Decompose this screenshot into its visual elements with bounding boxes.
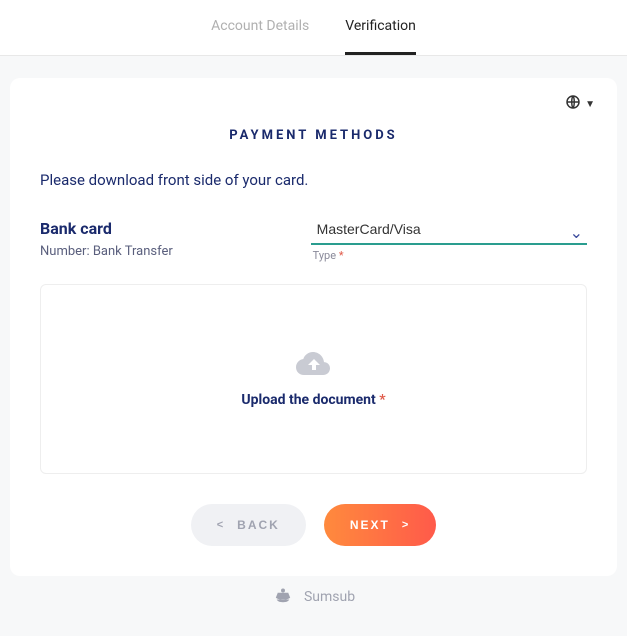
chevron-right-icon: > bbox=[402, 519, 410, 531]
type-label: Type * bbox=[313, 249, 587, 262]
section-title: PAYMENT METHODS bbox=[40, 128, 587, 143]
verification-card: ▼ PAYMENT METHODS Please download front … bbox=[10, 78, 617, 576]
caret-down-icon: ▼ bbox=[585, 99, 595, 110]
required-asterisk: * bbox=[379, 392, 385, 408]
globe-icon bbox=[565, 94, 581, 114]
tab-verification[interactable]: Verification bbox=[345, 18, 416, 55]
brand-name: Sumsub bbox=[304, 589, 355, 605]
language-selector[interactable]: ▼ bbox=[565, 94, 595, 114]
tab-account-details[interactable]: Account Details bbox=[211, 18, 309, 55]
upload-text-label: Upload the document bbox=[241, 392, 375, 408]
upload-text: Upload the document * bbox=[241, 392, 385, 408]
upload-document-box[interactable]: Upload the document * bbox=[40, 284, 587, 474]
instruction-text: Please download front side of your card. bbox=[40, 171, 587, 189]
type-select[interactable]: ⌄ bbox=[311, 219, 587, 245]
footer-brand: Sumsub bbox=[0, 586, 627, 608]
bank-number-label: Number: Bank Transfer bbox=[40, 244, 281, 259]
next-button-label: NEXT bbox=[350, 518, 390, 532]
type-field: ⌄ Type * bbox=[311, 219, 587, 262]
type-label-text: Type bbox=[313, 249, 336, 262]
bank-type-row: Bank card Number: Bank Transfer ⌄ Type * bbox=[40, 219, 587, 262]
type-select-input[interactable] bbox=[311, 219, 587, 245]
next-button[interactable]: NEXT > bbox=[324, 504, 436, 546]
chevron-left-icon: < bbox=[217, 519, 225, 531]
brand-icon bbox=[272, 586, 294, 608]
bank-card-label: Bank card bbox=[40, 219, 281, 238]
cloud-upload-icon bbox=[296, 350, 332, 382]
back-button[interactable]: < BACK bbox=[191, 504, 306, 546]
required-asterisk: * bbox=[339, 249, 344, 262]
back-button-label: BACK bbox=[237, 518, 280, 532]
bank-info: Bank card Number: Bank Transfer bbox=[40, 219, 281, 262]
nav-buttons: < BACK NEXT > bbox=[40, 504, 587, 546]
tabs-nav: Account Details Verification bbox=[0, 0, 627, 56]
